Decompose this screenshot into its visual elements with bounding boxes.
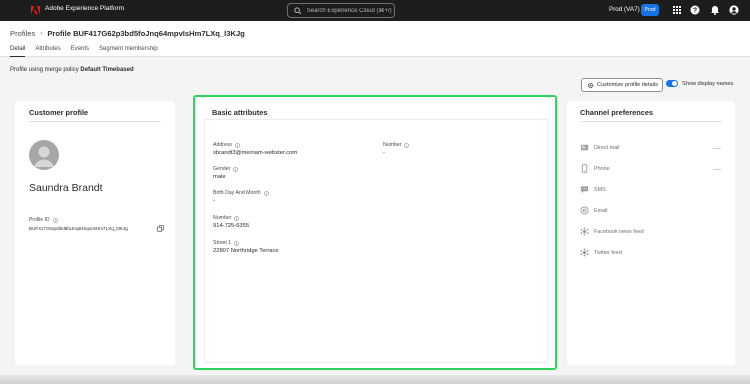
info-icon[interactable] [235, 142, 240, 148]
tab-segment-membership[interactable]: Segment membership [99, 46, 158, 57]
channel-item-email: Email [580, 206, 607, 215]
tab-events[interactable]: Events [71, 46, 89, 57]
svg-text:?: ? [693, 8, 697, 15]
customer-name: Saundra Brandt [29, 182, 103, 194]
breadcrumb: Profiles › Profile BUF417G62p3bd5foJnq64… [10, 29, 245, 38]
gear-icon [587, 82, 594, 88]
channel-label: Direct mail [594, 144, 620, 151]
channel-label: SMS [594, 186, 606, 193]
tab-detail[interactable]: Detail [10, 46, 26, 57]
page-header: Profiles › Profile BUF417G62p3bd5foJnq64… [0, 21, 750, 57]
email-icon [580, 206, 589, 215]
facebook-feed-icon [580, 227, 589, 236]
birthday-value: - [213, 198, 215, 204]
channel-label: Twitter feed [594, 249, 622, 256]
page-title: Profile BUF417G62p3bd5foJnq64mpvIsHm7LXq… [47, 29, 245, 38]
birthday-label-row: Birth Day And Month [213, 190, 269, 196]
gender-label-row: Gender [213, 166, 239, 172]
sandbox-switcher[interactable]: Prod (VA7) [609, 6, 640, 13]
help-icon[interactable]: ? [690, 5, 700, 15]
info-icon[interactable] [233, 166, 239, 172]
channel-item-facebook-feed: Facebook news feed [580, 227, 644, 236]
breadcrumb-separator: › [40, 30, 43, 37]
info-icon[interactable] [234, 215, 240, 221]
user-placeholder-icon [34, 146, 54, 167]
user-avatar-icon[interactable] [729, 5, 739, 15]
search-input[interactable] [306, 7, 394, 14]
app-title[interactable]: Adobe Experience Platform [45, 5, 124, 12]
basic-attributes-card: Basic attributes Address sbrandt3@merria… [193, 95, 557, 370]
number-label-row: Number [213, 215, 240, 221]
info-icon[interactable] [52, 217, 58, 223]
address-label: Address [213, 142, 233, 148]
channel-label: Email [594, 207, 608, 214]
merge-policy-name: Default Timebased [80, 67, 134, 73]
street-label-row: Street 1 [213, 240, 240, 246]
channel-preferences-card: Channel preferences Direct mail Phone SM… [567, 101, 735, 365]
divider [580, 121, 722, 122]
gender-label: Gender [213, 166, 231, 172]
basic-attributes-panel: Address sbrandt3@merriam-webster.com Num… [204, 119, 548, 363]
channel-item-direct-mail: Direct mail [580, 143, 619, 152]
window-bottom-edge [0, 375, 750, 384]
adobe-logo-icon[interactable] [31, 6, 40, 15]
tab-attributes[interactable]: Attributes [35, 46, 60, 57]
profile-id-value: BUF417G62p3bd5foJnq64mpvIsHm7LXq_l3KJg [29, 226, 128, 231]
number-right-label-row: Number [383, 142, 410, 148]
environment-badge[interactable]: Prod [641, 4, 659, 16]
number-right-label: Number [383, 142, 402, 148]
avatar [29, 140, 59, 170]
channel-preferences-title: Channel preferences [580, 108, 654, 117]
street-label: Street 1 [213, 240, 232, 246]
number-value: 914-725-6355 [213, 223, 250, 229]
show-display-names-toggle[interactable]: Show display names [666, 80, 733, 87]
customer-profile-card: Customer profile Saundra Brandt Profile … [15, 101, 175, 365]
breadcrumb-profiles-link[interactable]: Profiles [10, 29, 35, 38]
twitter-feed-icon [580, 248, 589, 257]
info-icon[interactable] [234, 240, 240, 246]
channel-label: Facebook news feed [594, 228, 644, 235]
sms-icon [580, 186, 589, 194]
channel-item-twitter-feed: Twitter feed [580, 248, 622, 257]
direct-mail-icon [580, 144, 589, 151]
show-display-names-label: Show display names [682, 80, 734, 87]
gender-value: male [213, 174, 226, 180]
top-navigation-bar: Adobe Experience Platform Prod (VA7) Pro… [0, 0, 750, 21]
number-label: Number [213, 215, 232, 221]
copy-icon[interactable] [157, 225, 164, 232]
apps-grid-icon[interactable] [672, 5, 682, 15]
toggle-switch[interactable] [666, 80, 678, 87]
channel-item-phone: Phone [580, 164, 610, 173]
bell-icon[interactable] [710, 5, 720, 15]
info-icon[interactable] [263, 190, 269, 196]
customize-profile-details-label: Customize profile details [597, 82, 658, 88]
search-icon [294, 6, 302, 14]
merge-policy-text: Profile using merge policy Default Timeb… [10, 67, 134, 73]
channel-label: Phone [594, 165, 610, 172]
address-label-row: Address [213, 142, 240, 148]
channel-value-empty [713, 148, 721, 149]
basic-attributes-title: Basic attributes [212, 108, 268, 117]
channel-value-empty [713, 169, 721, 170]
street-value: 22807 Northridge Terrace [213, 248, 279, 254]
info-icon[interactable] [404, 142, 410, 148]
customize-profile-details-button[interactable]: Customize profile details [581, 78, 663, 92]
channel-item-sms: SMS [580, 185, 606, 194]
profile-id-label-row: Profile ID [29, 217, 58, 223]
merge-policy-prefix: Profile using merge policy [10, 67, 79, 73]
profile-tabs: Detail Attributes Events Segment members… [10, 46, 168, 57]
address-value: sbrandt3@merriam-webster.com [213, 150, 298, 156]
birthday-label: Birth Day And Month [213, 190, 261, 196]
profile-id-label: Profile ID [29, 217, 50, 223]
divider [29, 121, 161, 122]
global-search[interactable] [287, 3, 395, 18]
phone-icon [581, 164, 588, 173]
customer-profile-title: Customer profile [29, 108, 89, 117]
number-right-value: - [383, 150, 385, 156]
